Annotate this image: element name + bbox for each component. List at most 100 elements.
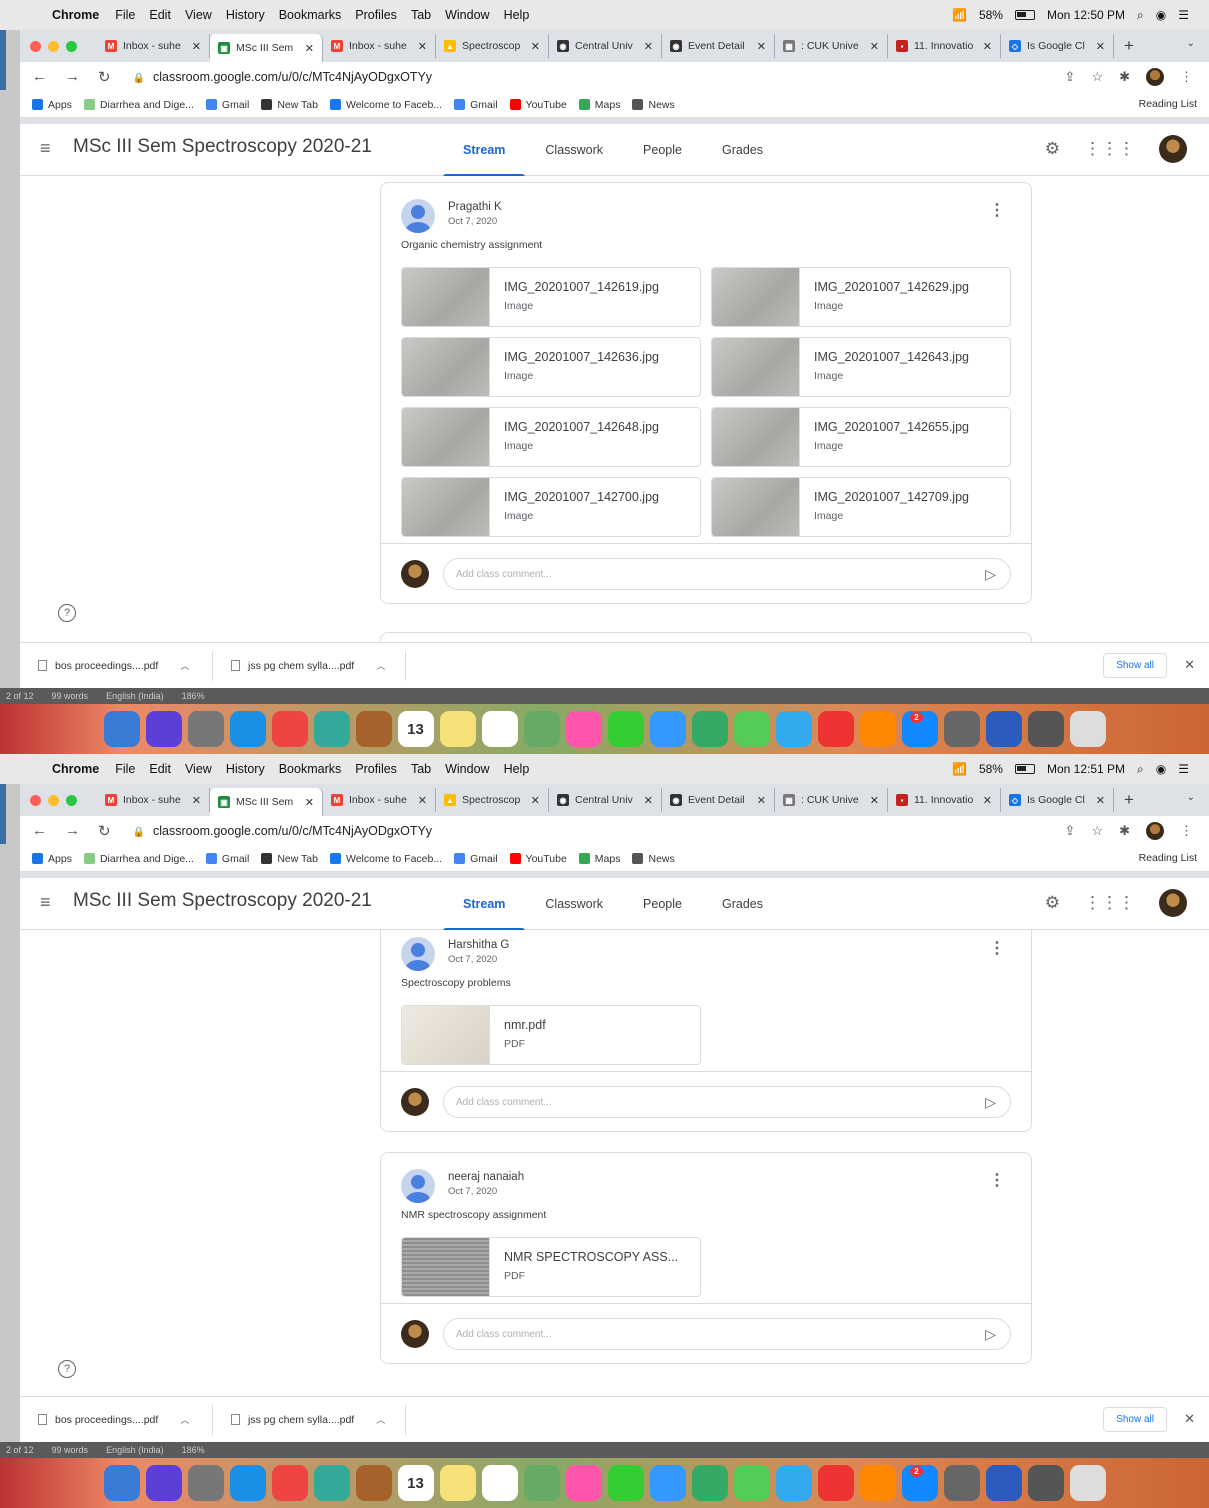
- reload-icon[interactable]: ↻: [98, 68, 111, 86]
- tab-people[interactable]: People: [623, 124, 702, 176]
- spotlight-icon[interactable]: ⌕: [1137, 762, 1144, 777]
- preview-photo-icon[interactable]: [1027, 711, 1064, 747]
- tab-grades[interactable]: Grades: [702, 878, 783, 930]
- notes-icon[interactable]: [439, 1465, 476, 1501]
- post-options-icon[interactable]: ⋮: [989, 941, 1005, 957]
- bookmark-item[interactable]: Welcome to Faceb...: [330, 853, 442, 865]
- word-icon[interactable]: [985, 711, 1022, 747]
- chrome-icon[interactable]: [271, 711, 308, 747]
- itunes-icon[interactable]: [817, 1465, 854, 1501]
- tab-people[interactable]: People: [623, 878, 702, 930]
- menu-item-help[interactable]: Help: [504, 762, 530, 776]
- wifi-icon[interactable]: 📶: [952, 762, 967, 776]
- download-options-icon[interactable]: ︿: [376, 659, 385, 672]
- tab-search-icon[interactable]: ⌄: [1187, 38, 1195, 49]
- app-store-icon[interactable]: 2: [901, 711, 938, 747]
- profile-avatar[interactable]: [1146, 68, 1164, 86]
- battery-icon[interactable]: [1014, 764, 1035, 774]
- reminders-icon[interactable]: [481, 1465, 518, 1501]
- google-apps-icon[interactable]: ⋮⋮⋮: [1084, 893, 1135, 913]
- word-icon[interactable]: [985, 1465, 1022, 1501]
- bookmark-item[interactable]: New Tab: [261, 99, 318, 111]
- tab-close-icon[interactable]: ✕: [983, 40, 992, 53]
- tab-close-icon[interactable]: ✕: [757, 40, 766, 53]
- clock[interactable]: Mon 12:50 PM: [1047, 8, 1125, 22]
- tab-close-icon[interactable]: ✕: [870, 794, 879, 807]
- help-icon[interactable]: ?: [58, 1360, 76, 1378]
- numbers-icon[interactable]: [733, 711, 770, 747]
- textedit-icon[interactable]: [691, 711, 728, 747]
- browser-tab[interactable]: ▣ MSc III Sem ✕: [210, 788, 323, 816]
- photos-icon[interactable]: [565, 711, 602, 747]
- chrome-menu-icon[interactable]: ⋮: [1180, 823, 1193, 839]
- extensions-icon[interactable]: ✱: [1119, 823, 1130, 839]
- account-avatar[interactable]: [1159, 889, 1187, 917]
- battery-icon[interactable]: [1014, 10, 1035, 20]
- preview-icon[interactable]: [313, 711, 350, 747]
- bookmark-item[interactable]: News: [632, 853, 675, 865]
- tab-stream[interactable]: Stream: [443, 124, 526, 177]
- browser-tab[interactable]: M Inbox - suhe ✕: [97, 34, 210, 58]
- control-center-icon[interactable]: ☰: [1178, 8, 1189, 22]
- launchpad-icon[interactable]: [187, 1465, 224, 1501]
- send-icon[interactable]: ▷: [985, 566, 996, 583]
- calendar-icon[interactable]: 13: [397, 1465, 434, 1501]
- menu-item-history[interactable]: History: [226, 762, 265, 776]
- tab-close-icon[interactable]: ✕: [531, 40, 540, 53]
- keynote-icon[interactable]: [775, 711, 812, 747]
- control-center-icon[interactable]: ☰: [1178, 762, 1189, 776]
- browser-tab[interactable]: ▪ 11. Innovatio ✕: [888, 788, 1001, 812]
- lock-icon[interactable]: 🔒: [133, 73, 145, 84]
- itunes-icon[interactable]: [817, 711, 854, 747]
- download-options-icon[interactable]: ︿: [180, 1413, 189, 1426]
- back-icon[interactable]: ←: [32, 68, 47, 86]
- siri-icon[interactable]: [145, 1465, 182, 1501]
- download-options-icon[interactable]: ︿: [376, 1413, 385, 1426]
- attachment-card[interactable]: NMR SPECTROSCOPY ASS... PDF: [401, 1237, 701, 1297]
- browser-tab[interactable]: M Inbox - suhe ✕: [97, 788, 210, 812]
- settings-gear-icon[interactable]: ⚙: [1045, 893, 1060, 913]
- menu-item-file[interactable]: File: [115, 8, 135, 22]
- settings-gear-icon[interactable]: ⚙: [1045, 139, 1060, 159]
- tab-close-icon[interactable]: ✕: [983, 794, 992, 807]
- zoom-window-button[interactable]: [66, 794, 77, 806]
- help-icon[interactable]: ?: [58, 604, 76, 622]
- bookmark-item[interactable]: Gmail: [454, 853, 498, 865]
- class-comment-input[interactable]: Add class comment... ▷: [443, 1318, 1011, 1350]
- menu-item-bookmarks[interactable]: Bookmarks: [279, 8, 342, 22]
- wifi-icon[interactable]: 📶: [952, 8, 967, 22]
- notes-icon[interactable]: [439, 711, 476, 747]
- tab-close-icon[interactable]: ✕: [644, 794, 653, 807]
- menu-item-tab[interactable]: Tab: [411, 762, 431, 776]
- books-icon[interactable]: [859, 1465, 896, 1501]
- close-window-button[interactable]: [30, 40, 41, 52]
- menu-item-window[interactable]: Window: [445, 8, 489, 22]
- browser-tab[interactable]: ◉ Event Detail ✕: [662, 788, 775, 812]
- profile-avatar[interactable]: [1146, 822, 1164, 840]
- reading-list-button[interactable]: Reading List: [1139, 852, 1197, 864]
- tab-close-icon[interactable]: ✕: [531, 794, 540, 807]
- facetime-icon[interactable]: [607, 1465, 644, 1501]
- download-item[interactable]: bos proceedings....pdf ︿: [38, 650, 213, 681]
- browser-tab[interactable]: ▦: CUK Unive ✕: [775, 34, 888, 58]
- download-options-icon[interactable]: ︿: [180, 659, 189, 672]
- lock-icon[interactable]: 🔒: [133, 827, 145, 838]
- textedit-icon[interactable]: [691, 1465, 728, 1501]
- menu-item-edit[interactable]: Edit: [149, 8, 171, 22]
- url-field[interactable]: 🔒 classroom.google.com/u/0/c/MTc4NjAyODgx…: [133, 824, 432, 838]
- bookmark-item[interactable]: Diarrhea and Dige...: [83, 99, 194, 111]
- tab-close-icon[interactable]: ✕: [644, 40, 653, 53]
- menu-item-file[interactable]: File: [115, 762, 135, 776]
- menu-item-view[interactable]: View: [185, 8, 212, 22]
- menu-item-profiles[interactable]: Profiles: [355, 8, 397, 22]
- browser-tab[interactable]: ▣ MSc III Sem ✕: [210, 34, 323, 62]
- post-options-icon[interactable]: ⋮: [989, 1173, 1005, 1189]
- launchpad-icon[interactable]: [187, 711, 224, 747]
- menu-app-name[interactable]: Chrome: [52, 8, 99, 22]
- bookmark-item[interactable]: Gmail: [454, 99, 498, 111]
- browser-tab[interactable]: ▲ Spectroscop ✕: [436, 788, 549, 812]
- numbers-icon[interactable]: [733, 1465, 770, 1501]
- menu-item-profiles[interactable]: Profiles: [355, 762, 397, 776]
- new-tab-button[interactable]: +: [1124, 790, 1134, 810]
- browser-tab[interactable]: ▪ 11. Innovatio ✕: [888, 34, 1001, 58]
